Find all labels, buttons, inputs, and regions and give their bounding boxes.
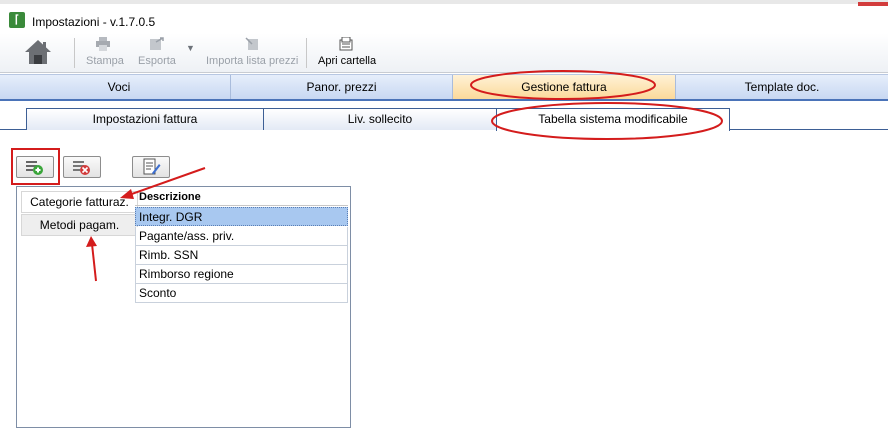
export-icon [150,37,164,50]
table-row[interactable]: Pagante/ass. priv. [135,227,348,246]
tab-panor-prezzi[interactable]: Panor. prezzi [231,75,453,99]
category-item-metodi-pagam[interactable]: Metodi pagam. [21,214,138,236]
tab-impostazioni-fattura[interactable]: Impostazioni fattura [26,108,264,130]
export-label: Esporta [138,55,176,67]
table-row[interactable]: Rimb. SSN [135,246,348,265]
delete-list-icon [73,161,90,175]
edit-document-icon [143,158,161,175]
table-row[interactable]: Rimborso regione [135,265,348,284]
close-button[interactable] [858,2,888,6]
home-button[interactable] [20,37,56,69]
annotation-box [11,148,60,185]
toolbar-separator [74,38,75,68]
toolbar-separator [306,38,307,68]
open-folder-button[interactable]: Apri cartella [316,37,382,69]
tab-tabella-sistema-modificabile[interactable]: Tabella sistema modificabile [496,108,730,131]
table-row[interactable]: Integr. DGR [135,207,348,226]
home-icon [25,40,51,64]
table-row[interactable]: Sconto [135,284,348,303]
tab-voci[interactable]: Voci [8,75,231,99]
tab-template-doc[interactable]: Template doc. [676,75,888,99]
export-button[interactable]: Esporta ▼ [136,37,196,69]
tab-liv-sollecito[interactable]: Liv. sollecito [263,108,497,130]
import-price-list-button[interactable]: Importa lista prezzi [205,37,300,69]
toolbar: Stampa Esporta ▼ Importa lista prezzi Ap… [0,33,888,73]
printer-icon [96,37,110,51]
print-button[interactable]: Stampa [84,37,124,69]
edit-entry-button[interactable] [132,156,170,178]
app-icon: ⌈ [9,12,25,28]
title-bar: ⌈ Impostazioni - v.1.7.0.5 [0,4,888,34]
category-item-categorie-fatturaz[interactable]: Categorie fatturaz. [21,191,138,213]
folder-icon [339,37,353,51]
tab-gestione-fattura[interactable]: Gestione fattura [453,75,676,99]
main-tabs: Voci Panor. prezzi Gestione fattura Temp… [0,74,888,101]
sub-tabs: Impostazioni fattura Liv. sollecito Tabe… [0,108,888,131]
import-icon [245,37,258,50]
open-folder-label: Apri cartella [318,55,377,67]
delete-entry-button[interactable] [63,156,101,178]
import-price-list-label: Importa lista prezzi [206,55,299,67]
column-header-descrizione[interactable]: Descrizione [135,188,348,206]
window-title: Impostazioni - v.1.7.0.5 [32,15,156,29]
print-label: Stampa [86,55,124,67]
chevron-down-icon[interactable]: ▼ [186,43,195,53]
